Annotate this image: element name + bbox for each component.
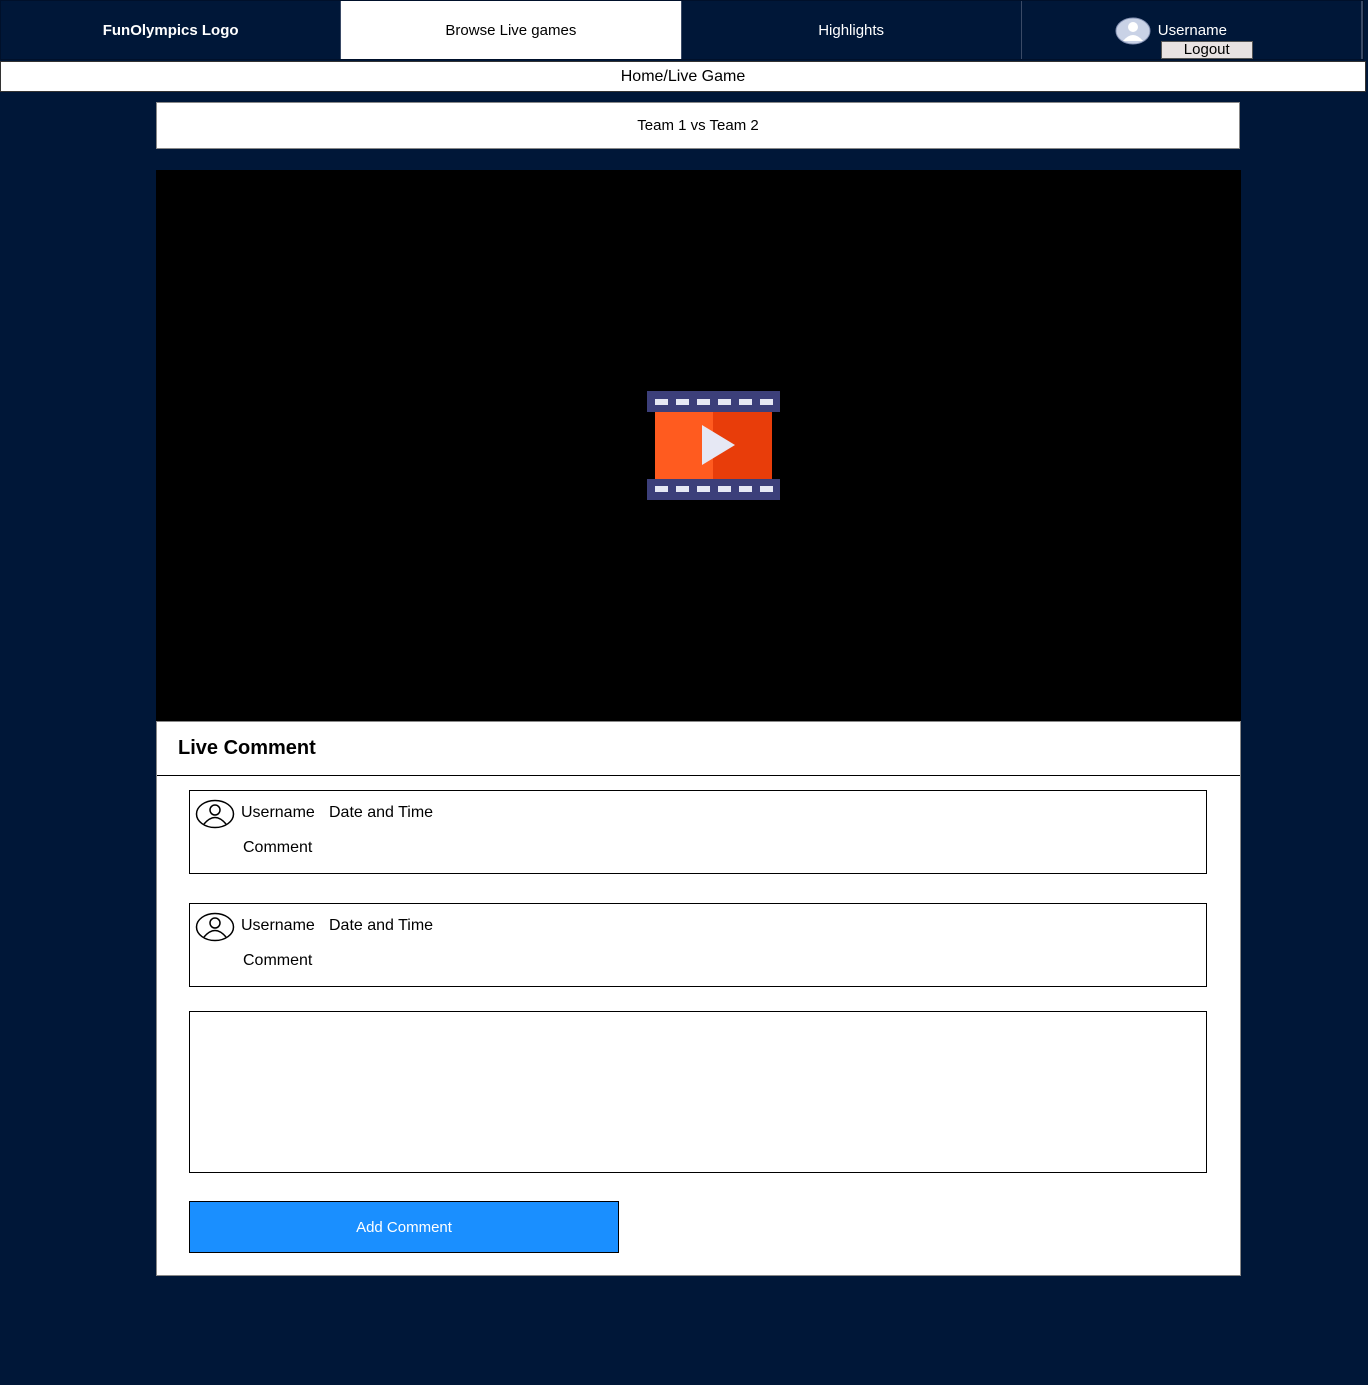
live-comment-header: Live Comment bbox=[157, 722, 1240, 776]
live-comment-panel: Live Comment Username Date and Time Comm… bbox=[156, 721, 1241, 1276]
video-play-icon[interactable] bbox=[647, 391, 780, 500]
logout-button[interactable]: Logout bbox=[1160, 41, 1253, 59]
nav-browse-live-games[interactable]: Browse Live games bbox=[341, 1, 682, 59]
match-title: Team 1 vs Team 2 bbox=[156, 102, 1240, 149]
comment-text: Comment bbox=[243, 952, 313, 969]
video-player[interactable] bbox=[156, 170, 1241, 721]
comment-input[interactable] bbox=[189, 1011, 1207, 1173]
top-navbar: FunOlympics Logo Browse Live games Highl… bbox=[0, 0, 1364, 60]
breadcrumb[interactable]: Home/Live Game bbox=[0, 61, 1366, 92]
comment-item: Username Date and Time Comment bbox=[189, 790, 1207, 874]
comment-username: Username bbox=[241, 917, 315, 934]
user-name: Username bbox=[1157, 22, 1227, 39]
comment-datetime: Date and Time bbox=[329, 917, 434, 934]
comment-username: Username bbox=[241, 804, 315, 821]
user-menu: Username Logout bbox=[1021, 1, 1363, 59]
comment-item: Username Date and Time Comment bbox=[189, 903, 1207, 987]
logo[interactable]: FunOlympics Logo bbox=[1, 1, 342, 59]
user-avatar-icon[interactable] bbox=[1115, 17, 1151, 45]
comment-text: Comment bbox=[243, 839, 313, 856]
comment-datetime: Date and Time bbox=[329, 804, 434, 821]
add-comment-button[interactable]: Add Comment bbox=[189, 1201, 619, 1253]
nav-highlights[interactable]: Highlights bbox=[681, 1, 1022, 59]
live-comment-heading: Live Comment bbox=[178, 737, 316, 759]
user-avatar-icon bbox=[195, 799, 235, 829]
user-avatar-icon bbox=[195, 912, 235, 942]
